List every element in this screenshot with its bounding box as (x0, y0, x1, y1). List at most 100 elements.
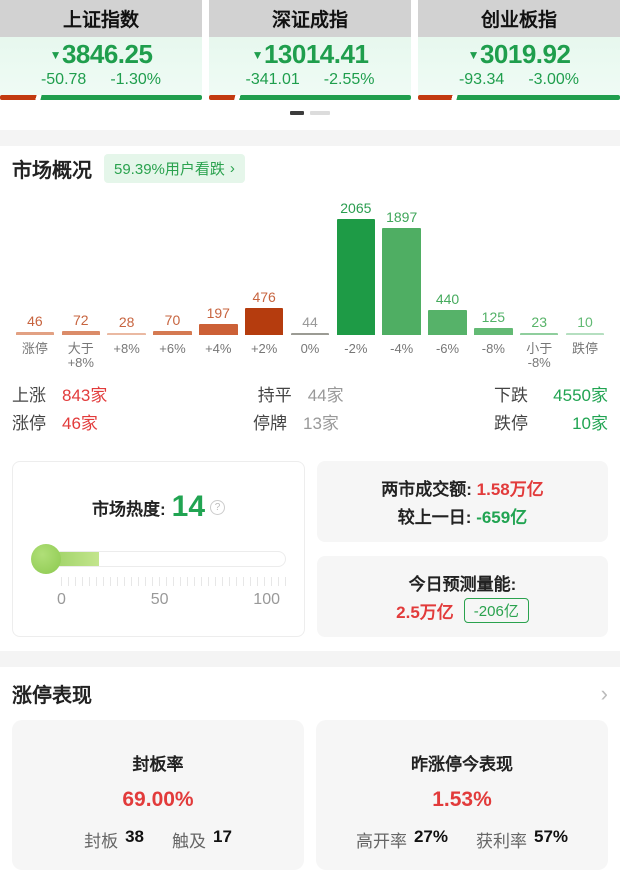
mini-stat: 触及17 (172, 827, 232, 852)
bar-value: 1897 (386, 209, 417, 225)
bar-value: 10 (577, 314, 593, 330)
bar (199, 324, 238, 335)
stat-上涨: 上涨843家 (12, 381, 107, 406)
section-divider (0, 130, 620, 146)
stat-持平: 持平44家 (258, 381, 344, 406)
bar-col-+4%: 197+4% (195, 195, 241, 369)
bar-value: 440 (436, 291, 459, 307)
chevron-right-icon[interactable]: › (601, 683, 608, 705)
carousel-dot-active[interactable] (290, 111, 304, 115)
bar-category: +4% (205, 335, 231, 369)
bar (428, 310, 467, 335)
bar-value: 70 (165, 312, 181, 328)
stat-下跌: 下跌4550家 (494, 381, 608, 406)
bar-col--6%: 440 -6% (425, 195, 471, 369)
index-body: ▼3846.25 -50.78-1.30% (0, 37, 202, 95)
bar-value: 125 (482, 309, 505, 325)
heat-gauge-track (45, 551, 286, 567)
heat-gauge-labels: 0 50 100 (57, 591, 280, 609)
bar (474, 328, 513, 335)
card-title: 昨涨停今表现 (316, 750, 608, 775)
turnover-card: 两市成交额: 1.58万亿 较上一日: -659亿 (317, 461, 608, 542)
stats-row: 上涨843家 持平44家 下跌4550家 (12, 379, 608, 407)
bar-category: 小于-8% (526, 335, 552, 369)
bar-category: 跌停 (572, 335, 598, 369)
heat-gauge-bulb (31, 544, 61, 574)
forecast-value-line: 2.5万亿 -206亿 (396, 598, 529, 623)
bar-col-+2%: 476 +2% (241, 195, 287, 369)
bar-category: 0% (301, 335, 320, 369)
forecast-label: 今日预测量能: (409, 570, 517, 595)
bar-category: +6% (159, 335, 185, 369)
carousel-dot[interactable] (310, 111, 330, 115)
bar-category: -4% (390, 335, 413, 369)
index-card-chinext[interactable]: 创业板指 ▼3019.92 -93.34-3.00% (418, 0, 620, 100)
limit-up-header[interactable]: 涨停表现 › (12, 667, 608, 708)
seal-rate-card: 封板率 69.00% 封板38 触及17 (12, 720, 304, 870)
tick-label-0: 0 (57, 591, 66, 609)
market-overview-header: 市场概况 59.39%用户看跌 › (12, 146, 608, 183)
forecast-card: 今日预测量能: 2.5万亿 -206亿 (317, 556, 608, 637)
bar-category: +2% (251, 335, 277, 369)
distribution-chart: 46涨停72大于+8%28+8%70+6%197+4%476+2%440%206… (12, 195, 608, 369)
bar-value: 28 (119, 314, 135, 330)
index-body: ▼3019.92 -93.34-3.00% (418, 37, 620, 95)
bar-col--4%: 1897 -4% (379, 195, 425, 369)
index-cards-row: 上证指数 ▼3846.25 -50.78-1.30% 深证成指 ▼13014.4… (0, 0, 620, 100)
bar-value: 44 (302, 314, 318, 330)
buy-sell-ratio-bar (209, 95, 411, 100)
sentiment-badge-text: 59.39%用户看跌 (114, 158, 225, 179)
bar-category: +8% (113, 335, 139, 369)
bar-col-+8%: 28+8% (104, 195, 150, 369)
mini-stat: 获利率57% (476, 827, 568, 852)
market-overview-section: 市场概况 59.39%用户看跌 › 46涨停72大于+8%28+8%70+6%1… (0, 146, 620, 435)
down-triangle-icon: ▼ (252, 48, 263, 62)
bar-category: 大于+8% (68, 335, 94, 369)
market-heat-title-row: 市场热度: 14 ? (13, 492, 304, 522)
stat-停牌: 停牌13家 (253, 409, 339, 434)
tick-label-100: 100 (253, 591, 280, 609)
bar-col-小于-8%: 23 小于-8% (516, 195, 562, 369)
yesterday-limit-up-card: 昨涨停今表现 1.53% 高开率27% 获利率57% (316, 720, 608, 870)
bar-value: 46 (27, 313, 43, 329)
heat-gauge-ticks (61, 577, 286, 586)
index-card-shanghai[interactable]: 上证指数 ▼3846.25 -50.78-1.30% (0, 0, 202, 100)
prevday-line: 较上一日: -659亿 (398, 503, 527, 528)
stat-涨停: 涨停46家 (12, 409, 98, 434)
heat-turnover-row: 市场热度: 14 ? 0 50 100 两市成交额: 1.58万亿 较上一日: … (0, 461, 620, 637)
index-card-shenzhen[interactable]: 深证成指 ▼13014.41 -341.01-2.55% (209, 0, 411, 100)
bar-category: -2% (344, 335, 367, 369)
limit-up-section: 涨停表现 › 封板率 69.00% 封板38 触及17 昨涨停今表现 1.53%… (0, 667, 620, 870)
bar-col-大于+8%: 72 大于+8% (58, 195, 104, 369)
forecast-value: 2.5万亿 (396, 598, 454, 623)
bar-value: 23 (531, 314, 547, 330)
tick-label-50: 50 (151, 591, 169, 609)
bar-col--2%: 2065 -2% (333, 195, 379, 369)
index-change: -93.34-3.00% (418, 71, 620, 89)
buy-sell-ratio-bar (418, 95, 620, 100)
card-stats: 高开率27% 获利率57% (316, 827, 608, 852)
bar-category: 涨停 (22, 335, 48, 369)
limit-up-cards: 封板率 69.00% 封板38 触及17 昨涨停今表现 1.53% 高开率27%… (12, 720, 608, 870)
sentiment-badge[interactable]: 59.39%用户看跌 › (104, 154, 245, 183)
card-title: 封板率 (12, 750, 304, 775)
help-icon[interactable]: ? (210, 500, 225, 515)
bar-value: 476 (252, 289, 275, 305)
market-overview-title: 市场概况 (12, 154, 92, 183)
bar (337, 219, 376, 335)
bar (245, 308, 284, 335)
turnover-line: 两市成交额: 1.58万亿 (381, 475, 544, 500)
market-heat-card: 市场热度: 14 ? 0 50 100 (12, 461, 305, 637)
bar-value: 2065 (340, 200, 371, 216)
index-body: ▼13014.41 -341.01-2.55% (209, 37, 411, 95)
mini-stat: 封板38 (84, 827, 144, 852)
down-triangle-icon: ▼ (50, 48, 61, 62)
bar-col-跌停: 10 跌停 (562, 195, 608, 369)
bar-category: -6% (436, 335, 459, 369)
index-name: 创业板指 (418, 0, 620, 37)
bar-value: 72 (73, 312, 89, 328)
market-stats: 上涨843家持平44家下跌4550家涨停46家停牌13家跌停10家 (12, 379, 608, 435)
index-value: ▼13014.41 (209, 40, 411, 70)
bar-col-0%: 440% (287, 195, 333, 369)
limit-up-title: 涨停表现 (12, 679, 92, 708)
